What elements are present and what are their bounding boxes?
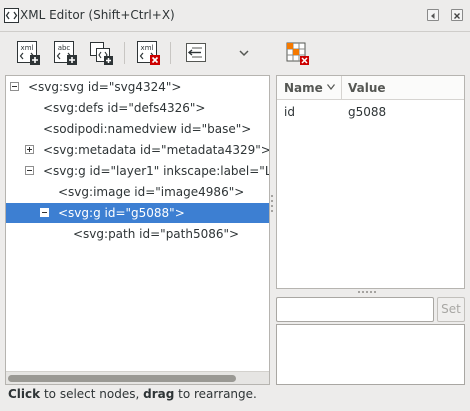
unindent-node-button[interactable] bbox=[182, 39, 210, 67]
column-header-name[interactable]: Name bbox=[277, 76, 342, 100]
tree-node-label: <svg:g id="g5088"> bbox=[58, 206, 185, 220]
sort-down-icon bbox=[327, 84, 335, 90]
attribute-name: id bbox=[284, 105, 295, 119]
status-drag: drag bbox=[143, 387, 175, 401]
attribute-value-textarea[interactable] bbox=[276, 324, 465, 385]
svg-text:xml: xml bbox=[21, 44, 34, 52]
dialog-title: XML Editor (Shift+Ctrl+X) bbox=[20, 8, 175, 22]
close-button[interactable] bbox=[451, 9, 463, 21]
chevron-down-icon[interactable] bbox=[236, 45, 252, 61]
tree-node[interactable]: <svg:g id="layer1" inkscape:label="Layer… bbox=[6, 161, 269, 181]
toolbar-separator bbox=[170, 42, 171, 64]
tree-node[interactable]: <sodipodi:namedview id="base"> bbox=[6, 119, 269, 139]
duplicate-node-button[interactable] bbox=[87, 39, 115, 67]
xml-toolbar: xml abc xml bbox=[0, 33, 470, 73]
toolbar-separator bbox=[124, 42, 125, 64]
collapse-icon[interactable] bbox=[10, 82, 19, 91]
xml-delete-icon: xml bbox=[137, 41, 160, 65]
node-tree[interactable]: <svg:svg id="svg4324"> <svg:defs id="defs… bbox=[5, 75, 270, 385]
tree-node[interactable]: <svg:path id="path5086"> bbox=[6, 224, 269, 244]
horizontal-scrollbar[interactable] bbox=[6, 371, 269, 384]
tree-node[interactable]: <svg:defs id="defs4326"> bbox=[6, 98, 269, 118]
status-click-rest: to select nodes, bbox=[40, 387, 144, 401]
dialog-titlebar: XML Editor (Shift+Ctrl+X) bbox=[0, 0, 470, 32]
new-element-node-button[interactable]: xml bbox=[14, 39, 42, 67]
expand-icon[interactable] bbox=[25, 145, 34, 154]
svg-text:xml: xml bbox=[141, 44, 154, 52]
collapse-icon[interactable] bbox=[40, 208, 49, 217]
tree-node-label: <svg:path id="path5086"> bbox=[73, 227, 240, 241]
attribute-value: g5088 bbox=[348, 105, 387, 119]
delete-attribute-button[interactable] bbox=[283, 39, 311, 67]
status-bar: Click to select nodes, drag to rearrange… bbox=[8, 387, 257, 401]
duplicate-node-icon bbox=[90, 42, 113, 65]
attribute-row[interactable]: id g5088 bbox=[277, 101, 464, 123]
column-header-name-label: Name bbox=[284, 81, 323, 95]
column-header-value[interactable]: Value bbox=[343, 76, 386, 100]
delete-node-button[interactable]: xml bbox=[134, 39, 162, 67]
collapse-icon[interactable] bbox=[25, 166, 34, 175]
tree-node-label: <svg:image id="image4986"> bbox=[58, 185, 245, 199]
close-icon bbox=[454, 13, 460, 19]
attribute-name-input[interactable] bbox=[276, 297, 434, 322]
tree-node[interactable]: <svg:g id="g5088"> bbox=[6, 203, 269, 223]
tree-node[interactable]: <svg:svg id="svg4324"> bbox=[6, 77, 269, 97]
tree-node-label: <svg:g id="layer1" inkscape:label="Layer… bbox=[43, 164, 269, 178]
attribute-table[interactable]: Name Value id g5088 bbox=[276, 75, 465, 289]
abc-plus-icon: abc bbox=[54, 41, 77, 65]
svg-text:abc: abc bbox=[58, 44, 71, 52]
xml-plus-icon: xml bbox=[17, 41, 40, 65]
pane-resize-handle[interactable] bbox=[271, 195, 274, 215]
grid-delete-icon bbox=[286, 42, 309, 65]
collapse-left-button[interactable] bbox=[427, 9, 439, 21]
collapse-left-icon bbox=[431, 13, 435, 19]
xml-editor-icon bbox=[4, 8, 19, 23]
scrollbar-thumb[interactable] bbox=[8, 375, 236, 382]
tree-node-label: <sodipodi:namedview id="base"> bbox=[43, 122, 252, 136]
unindent-icon bbox=[186, 43, 206, 62]
status-drag-rest: to rearrange. bbox=[174, 387, 257, 401]
tree-node[interactable]: <svg:metadata id="metadata4329"> bbox=[6, 140, 270, 160]
new-text-node-button[interactable]: abc bbox=[51, 39, 79, 67]
tree-node[interactable]: <svg:image id="image4986"> bbox=[6, 182, 269, 202]
tree-node-label: <svg:svg id="svg4324"> bbox=[28, 80, 182, 94]
tree-node-label: <svg:metadata id="metadata4329"> bbox=[43, 143, 270, 157]
status-click: Click bbox=[8, 387, 41, 401]
attribute-table-header: Name Value bbox=[277, 76, 464, 100]
attribute-resize-handle[interactable] bbox=[358, 291, 380, 294]
set-button[interactable]: Set bbox=[437, 297, 465, 322]
tree-node-label: <svg:defs id="defs4326"> bbox=[43, 101, 206, 115]
